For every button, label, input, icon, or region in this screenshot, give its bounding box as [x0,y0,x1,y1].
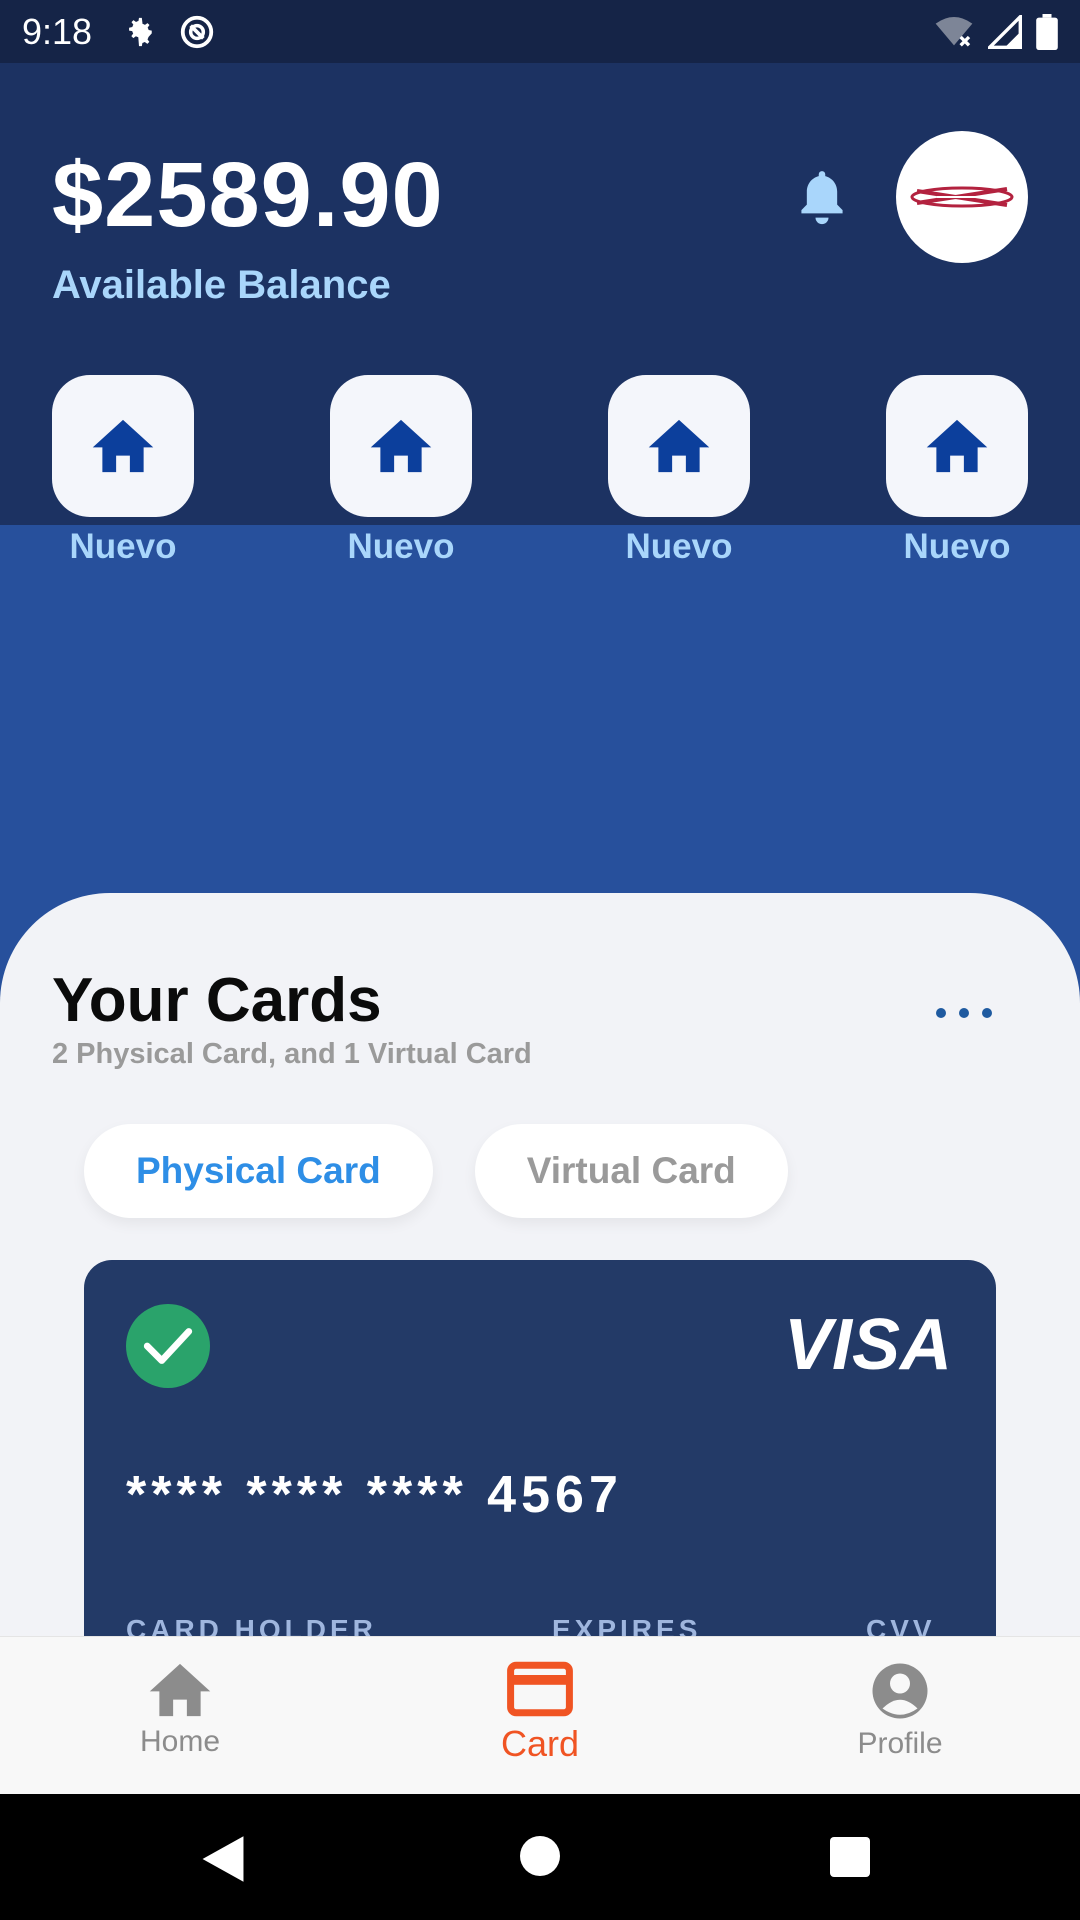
bottom-nav: Home Card Profile [0,1636,1080,1794]
balance-label: Available Balance [52,263,391,307]
card-type-tabs: Physical Card Virtual Card [84,1124,788,1218]
quick-action-label: Nuevo [625,527,733,566]
credit-card-icon [507,1661,573,1717]
battery-icon [1036,13,1058,50]
card-number: **** **** **** 4567 [126,1466,623,1524]
card-status-badge [126,1304,210,1388]
quick-action-1[interactable]: Nuevo [52,375,194,567]
avatar[interactable] [896,131,1028,263]
quick-action-2[interactable]: Nuevo [330,375,472,567]
wifi-off-icon [935,16,973,47]
quick-action-3[interactable]: Nuevo [608,375,750,567]
user-icon [872,1663,928,1719]
logo-icon [910,186,1014,208]
quick-action-label: Nuevo [347,527,455,566]
signal-icon [988,14,1022,49]
status-bar: 9:18 [0,0,1080,63]
credit-card[interactable]: VISA **** **** **** 4567 CARD HOLDER EXP… [84,1260,996,1680]
tab-physical-card[interactable]: Physical Card [84,1124,433,1218]
quick-action-tile[interactable] [608,375,750,517]
quick-action-tile[interactable] [52,375,194,517]
quick-action-tile[interactable] [886,375,1028,517]
home-circle-icon[interactable] [520,1836,560,1876]
sync-icon [180,15,214,48]
system-nav-bar [0,1794,1080,1920]
check-icon [143,1328,193,1364]
quick-action-4[interactable]: Nuevo [886,375,1028,567]
home-icon [648,419,710,473]
quick-action-label: Nuevo [69,527,177,566]
back-icon[interactable] [200,1834,246,1884]
home-icon [92,419,154,473]
home-icon [149,1663,211,1717]
nav-item-card[interactable]: Card [440,1661,640,1765]
home-icon [926,419,988,473]
nav-item-profile[interactable]: Profile [800,1661,1000,1761]
nav-item-home[interactable]: Home [80,1661,280,1759]
nav-label-home: Home [139,1725,221,1758]
cards-subtitle: 2 Physical Card, and 1 Virtual Card [52,1038,532,1070]
gear-icon [129,17,152,46]
tab-virtual-card[interactable]: Virtual Card [474,1124,788,1218]
home-icon [370,419,432,473]
more-dots-icon[interactable] [936,1001,992,1025]
quick-action-tile[interactable] [330,375,472,517]
card-brand-logo: VISA [783,1305,952,1385]
bell-icon[interactable] [796,167,848,225]
nav-label-profile: Profile [857,1727,943,1760]
balance-amount: $2589.90 [52,144,444,246]
quick-action-label: Nuevo [903,527,1011,566]
recents-icon[interactable] [830,1837,870,1877]
cards-title: Your Cards [52,966,382,1035]
status-time: 9:18 [22,10,93,52]
nav-label-card: Card [500,1723,580,1764]
